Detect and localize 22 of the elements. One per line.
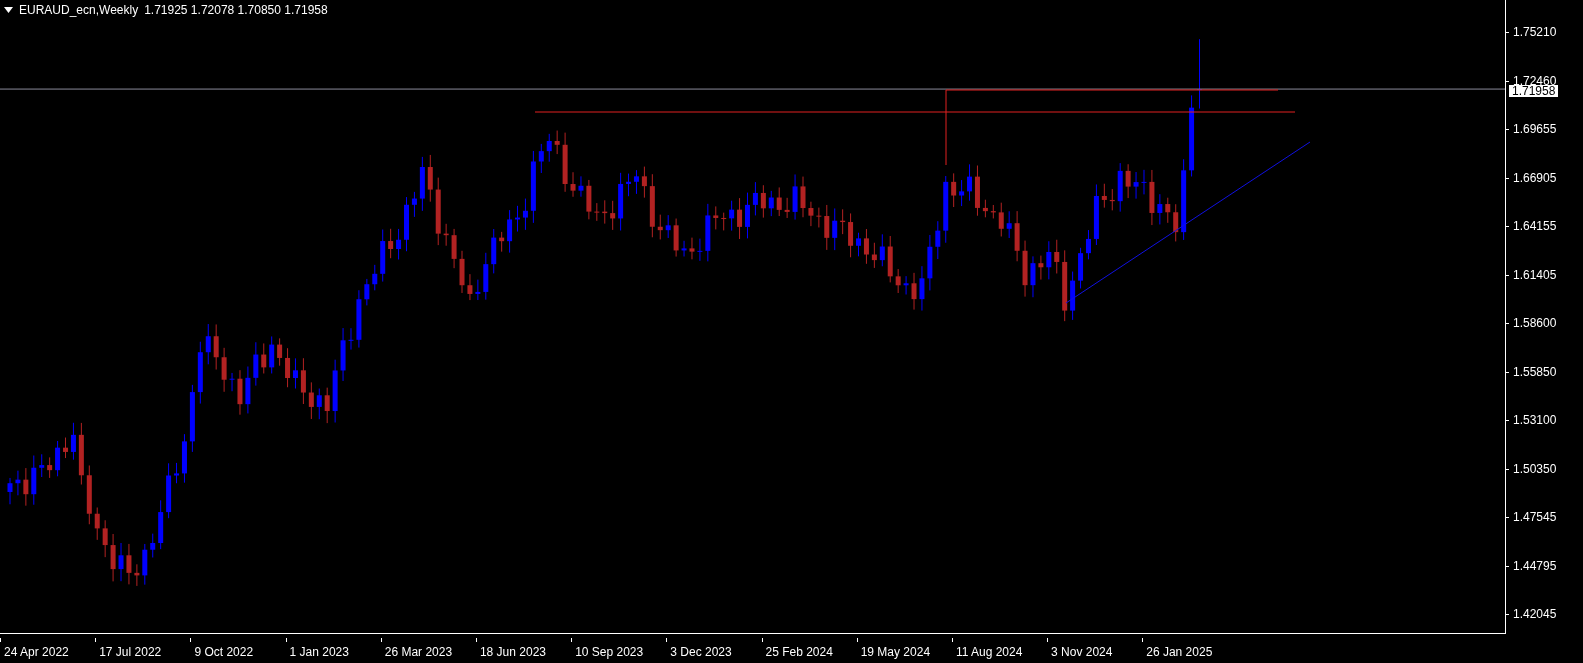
price-label: 1.42045 [1506,607,1583,621]
price-label: 1.55850 [1506,364,1583,379]
date-label: 19 May 2024 [860,638,956,659]
date-label: 26 Mar 2023 [384,638,480,659]
symbol-title: EURAUD_ecn,Weekly [19,3,139,17]
price-label: 1.75210 [1506,25,1583,39]
price-label: 1.69655 [1506,122,1583,136]
ohlc-values: 1.71925 1.72078 1.70850 1.71958 [144,3,328,17]
dropdown-icon[interactable] [4,7,13,13]
price-label: 1.58600 [1506,316,1583,330]
price-label: 1.44795 [1506,558,1583,573]
date-label: 1 Jan 2023 [289,638,385,659]
price-label: 1.50350 [1506,461,1583,476]
date-label: 25 Feb 2024 [765,638,861,659]
current-price-label: 1.71958 [1509,85,1559,98]
date-label: 18 Jun 2023 [479,638,576,659]
date-label: 11 Aug 2024 [955,638,1052,659]
price-label: 1.53100 [1506,413,1583,427]
price-label: 1.66905 [1506,170,1583,185]
price-label: 1.47545 [1506,510,1583,524]
price-label: 1.64155 [1506,219,1583,233]
price-label: 1.61405 [1506,267,1583,282]
